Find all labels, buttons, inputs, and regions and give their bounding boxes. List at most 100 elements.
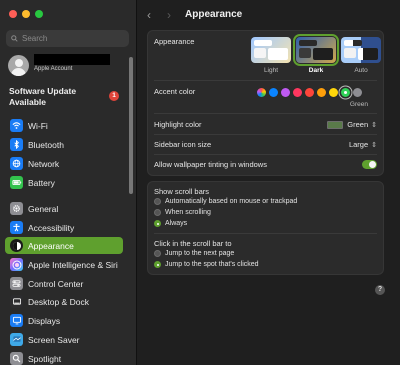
forward-button[interactable]: › (167, 8, 171, 22)
help-button[interactable]: ? (375, 285, 385, 295)
appearance-option-auto[interactable]: Auto (341, 37, 381, 74)
sidebar: Apple Account Software Update Available … (0, 0, 137, 365)
appearance-option-label: Light (263, 67, 279, 74)
scroll-bars-group: Show scroll bars Automatically based on … (147, 181, 384, 275)
chevron-up-down-icon: ⇕ (371, 121, 377, 129)
appearance-option-dark[interactable]: Dark (293, 34, 339, 74)
appearance-label: Appearance (154, 37, 195, 46)
main-pane: ‹ › Appearance Appearance Light Dark Aut… (137, 0, 400, 365)
sidebar-item-bluetooth[interactable]: Bluetooth (5, 136, 123, 153)
click-scroll-option-spot[interactable]: Jump to the spot that's clicked (154, 261, 259, 268)
radio-label: When scrolling (165, 209, 211, 216)
sidebar-icon-size-popup[interactable]: Large ⇕ (349, 140, 377, 149)
sidebar-item-label: Accessibility (28, 222, 75, 233)
software-update-label: Software Update Available (9, 86, 77, 107)
chevron-up-down-icon: ⇕ (371, 141, 377, 149)
accent-swatch-color-4[interactable] (305, 88, 314, 97)
accent-swatch-color-6[interactable] (329, 88, 338, 97)
accent-swatch-color-5[interactable] (317, 88, 326, 97)
sidebar-item-general[interactable]: General (5, 200, 123, 217)
bluetooth-icon (10, 138, 23, 151)
wifi-icon (10, 119, 23, 132)
sidebar-item-label: Network (28, 158, 60, 169)
accent-swatch-color-8[interactable] (353, 88, 362, 97)
sidebar-item-displays[interactable]: Displays (5, 312, 123, 329)
update-badge: 1 (109, 91, 119, 101)
account-name-redacted (34, 54, 110, 65)
appearance-option-label: Dark (308, 67, 324, 74)
sidebar-item-label: General (28, 203, 59, 214)
sidebar-item-accessibility[interactable]: Accessibility (5, 219, 123, 236)
accessibility-icon (10, 221, 23, 234)
sidebar-item-label: Screen Saver (28, 334, 80, 345)
radio-label: Jump to the spot that's clicked (165, 261, 259, 268)
radio-label: Jump to the next page (165, 250, 235, 257)
dock-icon (10, 295, 23, 308)
appearance-icon (10, 239, 23, 252)
accent-color-label: Accent color (154, 87, 196, 96)
scroll-bars-option-auto[interactable]: Automatically based on mouse or trackpad (154, 198, 297, 205)
highlight-value: Green (347, 120, 369, 129)
network-icon (10, 157, 23, 170)
click-scroll-bar-label: Click in the scroll bar to (154, 239, 232, 248)
window-controls (9, 10, 43, 18)
sidebar-item-desktop-dock[interactable]: Desktop & Dock (5, 293, 123, 310)
sidebar-item-label: Desktop & Dock (28, 296, 89, 307)
accent-color-picker (257, 88, 362, 97)
sidebar-item-label: Displays (28, 315, 61, 326)
highlight-color-label: Highlight color (154, 120, 202, 129)
accent-selected-name: Green (349, 101, 368, 108)
search-icon (11, 35, 18, 42)
minimize-button[interactable] (22, 10, 30, 18)
radio-button[interactable] (154, 198, 161, 205)
scroll-bars-option-scrolling[interactable]: When scrolling (154, 209, 211, 216)
accent-swatch-multicolor[interactable] (257, 88, 266, 97)
software-update-item[interactable]: Software Update Available 1 (9, 86, 125, 108)
sidebar-icon-size-value: Large (348, 140, 369, 149)
appearance-option-light[interactable]: Light (251, 37, 291, 74)
sidebar-item-screen-saver[interactable]: Screen Saver (5, 331, 123, 348)
accent-swatch-color-3[interactable] (293, 88, 302, 97)
sidebar-item-battery[interactable]: Battery (5, 174, 123, 191)
radio-label: Automatically based on mouse or trackpad (165, 198, 298, 205)
spotlight-icon (10, 352, 23, 365)
wallpaper-tinting-toggle[interactable] (362, 160, 377, 169)
apple-account-item[interactable]: Apple Account (8, 54, 130, 76)
sidebar-scrollbar[interactable] (129, 57, 133, 194)
search-field[interactable] (6, 30, 129, 47)
radio-button[interactable] (154, 209, 161, 216)
radio-label: Always (165, 220, 188, 227)
accent-swatch-green[interactable] (341, 88, 350, 97)
sidebar-item-spotlight[interactable]: Spotlight (5, 350, 123, 365)
radio-button-selected[interactable] (154, 261, 161, 268)
radio-button[interactable] (154, 250, 161, 257)
close-button[interactable] (9, 10, 17, 18)
sidebar-icon-size-label: Sidebar icon size (154, 140, 212, 149)
accent-swatch-color-1[interactable] (269, 88, 278, 97)
search-input[interactable] (22, 34, 122, 43)
back-button[interactable]: ‹ (147, 8, 151, 22)
sidebar-item-wi-fi[interactable]: Wi-Fi (5, 117, 123, 134)
radio-button-selected[interactable] (154, 220, 161, 227)
scroll-bars-option-always[interactable]: Always (154, 220, 187, 227)
sidebar-item-appearance[interactable]: Appearance (5, 237, 123, 254)
display-icon (10, 314, 23, 327)
zoom-button[interactable] (35, 10, 43, 18)
highlight-swatch (327, 120, 344, 129)
sidebar-item-label: Spotlight (28, 353, 62, 364)
click-scroll-option-next-page[interactable]: Jump to the next page (154, 250, 234, 257)
highlight-color-popup[interactable]: Green ⇕ (327, 120, 377, 129)
appearance-group: Appearance Light Dark Auto Accent color … (147, 30, 384, 176)
accent-swatch-color-2[interactable] (281, 88, 290, 97)
battery-icon (10, 176, 23, 189)
sidebar-item-control-center[interactable]: Control Center (5, 275, 123, 292)
account-subtitle: Apple Account (34, 66, 73, 72)
screen-saver-icon (10, 333, 23, 346)
control-center-icon (10, 277, 23, 290)
sidebar-item-label: Bluetooth (28, 139, 64, 150)
page-title: Appearance (185, 9, 243, 20)
settings-window: Apple Account Software Update Available … (0, 0, 400, 365)
sidebar-item-network[interactable]: Network (5, 155, 123, 172)
sidebar-item-apple-intelligence-siri[interactable]: Apple Intelligence & Siri (5, 256, 123, 273)
siri-icon (10, 258, 23, 271)
